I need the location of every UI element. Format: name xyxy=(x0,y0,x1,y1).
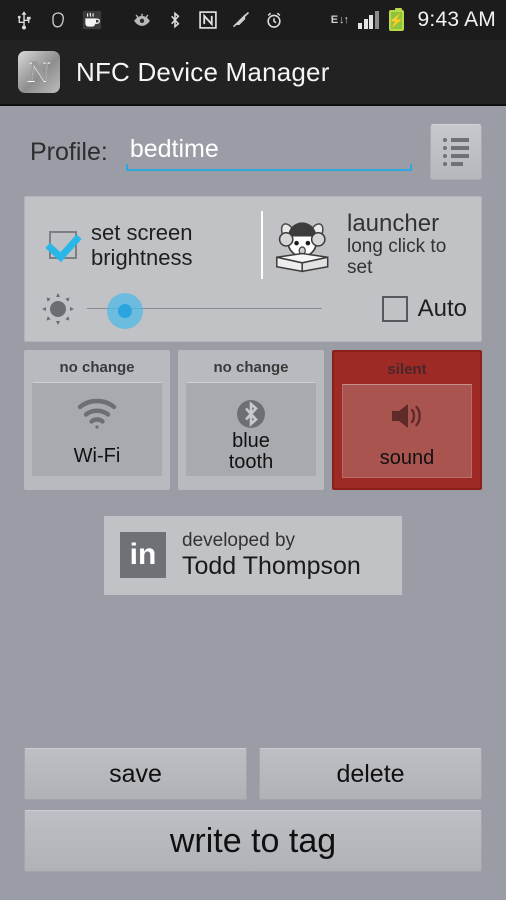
sound-status: silent xyxy=(387,361,427,379)
bluetooth-icon xyxy=(230,397,272,431)
launcher-title: launcher xyxy=(347,210,440,237)
bluetooth-label-line2: tooth xyxy=(228,451,274,474)
brightness-sun-icon xyxy=(41,292,75,326)
developer-credit[interactable]: in developed by Todd Thompson xyxy=(104,516,402,595)
auto-brightness-row[interactable]: Auto xyxy=(378,295,467,323)
brightness-slider-row: Auto xyxy=(25,289,481,341)
network-type-icon: E ↓↑ xyxy=(330,13,349,26)
wifi-status: no change xyxy=(59,359,135,377)
launcher-app-icon xyxy=(273,217,339,273)
eye-icon xyxy=(132,10,152,30)
status-bar-clock: 9:43 AM xyxy=(417,8,496,31)
bluetooth-label: blue tooth xyxy=(229,431,273,473)
main-content: Profile: set screen brightness xyxy=(0,106,506,595)
sound-tile[interactable]: silent sound xyxy=(332,350,482,491)
wifi-label: Wi-Fi xyxy=(73,445,121,468)
status-bar-left-icons xyxy=(14,10,102,30)
battery-charging-icon: ⚡ xyxy=(388,7,404,31)
network-arrows: ↓↑ xyxy=(339,13,349,26)
app-shape-icon xyxy=(48,10,68,30)
mute-icon xyxy=(231,10,251,30)
toggle-tiles: no change Wi-Fi no change blue tooth sil… xyxy=(24,350,482,491)
brightness-slider[interactable] xyxy=(83,291,378,330)
profile-list-button[interactable] xyxy=(430,124,482,180)
nfc-icon xyxy=(198,10,218,30)
profile-row: Profile: xyxy=(0,106,506,190)
set-brightness-label: set screen brightness xyxy=(91,219,193,271)
delete-button[interactable]: delete xyxy=(259,748,482,800)
wifi-tile[interactable]: no change Wi-Fi xyxy=(24,350,170,491)
coffee-icon xyxy=(82,10,102,30)
app-logo-icon: N xyxy=(18,51,60,93)
auto-brightness-label: Auto xyxy=(417,295,467,323)
alarm-icon xyxy=(264,10,284,30)
sound-tile-body: sound xyxy=(342,384,472,479)
sound-label: sound xyxy=(379,447,435,470)
status-bar: E ↓↑ ⚡ 9:43 AM xyxy=(0,0,506,40)
wifi-tile-body: Wi-Fi xyxy=(32,382,162,477)
profile-input-underline xyxy=(125,164,413,171)
set-brightness-row[interactable]: set screen brightness xyxy=(35,211,263,280)
bluetooth-icon xyxy=(165,10,185,30)
auto-brightness-checkbox[interactable] xyxy=(381,296,408,323)
developer-name: Todd Thompson xyxy=(182,552,361,581)
brightness-card-top: set screen brightness launcher long clic… xyxy=(25,197,481,289)
app-logo-letter: N xyxy=(26,55,52,88)
save-button[interactable]: save xyxy=(24,748,247,800)
brightness-card: set screen brightness launcher long clic… xyxy=(24,196,482,343)
status-bar-middle-icons xyxy=(132,10,284,30)
write-to-tag-button[interactable]: write to tag xyxy=(24,810,482,872)
usb-icon xyxy=(14,10,34,30)
profile-name-input[interactable] xyxy=(125,133,412,169)
action-buttons-row: save delete xyxy=(0,748,506,800)
profile-field xyxy=(120,133,418,171)
launcher-text: launcher long click to set xyxy=(347,210,471,279)
linkedin-icon[interactable]: in xyxy=(120,532,166,579)
launcher-row[interactable]: launcher long click to set xyxy=(263,210,471,279)
set-brightness-checkbox[interactable] xyxy=(49,231,77,260)
status-bar-right: E ↓↑ ⚡ 9:43 AM xyxy=(330,7,496,32)
brightness-slider-thumb[interactable] xyxy=(107,293,143,330)
list-icon xyxy=(443,138,469,166)
wifi-icon xyxy=(76,397,118,431)
speaker-icon xyxy=(386,399,428,433)
app-title-bar: N NFC Device Manager xyxy=(0,40,506,106)
launcher-hint: long click to set xyxy=(347,236,447,279)
page-title: NFC Device Manager xyxy=(76,56,330,87)
signal-bars-icon xyxy=(358,10,379,29)
bluetooth-status: no change xyxy=(213,359,289,377)
profile-label: Profile: xyxy=(30,137,108,166)
write-tag-row: write to tag xyxy=(0,810,506,872)
bluetooth-tile-body: blue tooth xyxy=(186,382,316,477)
network-type-label: E xyxy=(330,13,339,26)
developed-by-label: developed by xyxy=(182,530,296,552)
developer-text: developed by Todd Thompson xyxy=(182,530,361,581)
bluetooth-tile[interactable]: no change blue tooth xyxy=(178,350,324,491)
bluetooth-label-line1: blue xyxy=(232,430,270,453)
